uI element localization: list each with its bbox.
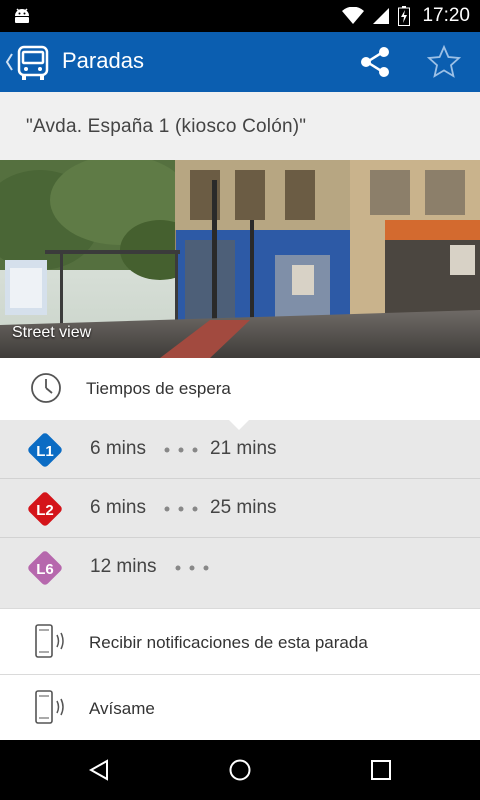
line-code-l6: L6 xyxy=(36,561,54,578)
star-icon[interactable] xyxy=(426,44,462,80)
line-row-l6[interactable]: L6 12 mins xyxy=(0,538,480,597)
signal-icon xyxy=(373,8,390,24)
phone-vibrate-icon xyxy=(35,624,64,658)
street-view-image[interactable]: Street view xyxy=(0,160,480,358)
line-badge-l6: L6 xyxy=(28,551,62,585)
nav-back-icon[interactable] xyxy=(87,758,111,782)
app-bar: Paradas xyxy=(0,32,480,92)
line-row-l2[interactable]: L2 6 mins 25 mins xyxy=(0,479,480,538)
nav-recents-icon[interactable] xyxy=(369,758,393,782)
ellipsis-icon xyxy=(164,447,198,453)
notifications-label: Recibir notificaciones de esta parada xyxy=(89,633,368,652)
notifications-option[interactable]: Recibir notificaciones de esta parada xyxy=(0,608,480,674)
line-l1-first-time: 6 mins xyxy=(90,438,146,459)
phone-vibrate-icon xyxy=(35,690,64,724)
line-l6-first-time: 12 mins xyxy=(90,556,157,577)
navigation-bar xyxy=(0,740,480,800)
wait-times-label: Tiempos de espera xyxy=(86,379,231,398)
notify-me-option[interactable]: Avísame xyxy=(0,674,480,740)
notify-me-label: Avísame xyxy=(89,699,155,718)
street-view-label: Street view xyxy=(12,324,92,341)
line-badge-l2: L2 xyxy=(28,492,62,526)
android-icon xyxy=(15,8,29,23)
section-pointer xyxy=(229,420,249,430)
line-l1-second-time: 21 mins xyxy=(210,438,277,459)
share-icon[interactable] xyxy=(358,45,392,79)
wait-times-header[interactable]: Tiempos de espera xyxy=(0,358,480,430)
stop-address: "Avda. España 1 (kiosco Colón)" xyxy=(26,116,307,137)
stop-address-section: "Avda. España 1 (kiosco Colón)" xyxy=(0,92,480,160)
clock-icon xyxy=(31,373,61,403)
line-badge-l1: L1 xyxy=(28,433,62,467)
page-title: Paradas xyxy=(62,48,144,73)
bus-icon xyxy=(17,45,49,80)
lines-list: L1 6 mins 21 mins L2 6 mins 25 mins L6 1… xyxy=(0,420,480,608)
line-l2-second-time: 25 mins xyxy=(210,497,277,518)
ellipsis-icon xyxy=(164,506,198,512)
status-bar: 17:20 xyxy=(0,0,480,32)
line-code-l2: L2 xyxy=(36,502,54,519)
wifi-icon xyxy=(342,7,365,24)
status-time: 17:20 xyxy=(422,5,470,26)
nav-home-icon[interactable] xyxy=(228,758,252,782)
battery-icon xyxy=(398,6,411,26)
line-l2-first-time: 6 mins xyxy=(90,497,146,518)
back-icon[interactable] xyxy=(4,50,14,74)
ellipsis-icon xyxy=(175,565,209,571)
line-code-l1: L1 xyxy=(36,443,54,460)
